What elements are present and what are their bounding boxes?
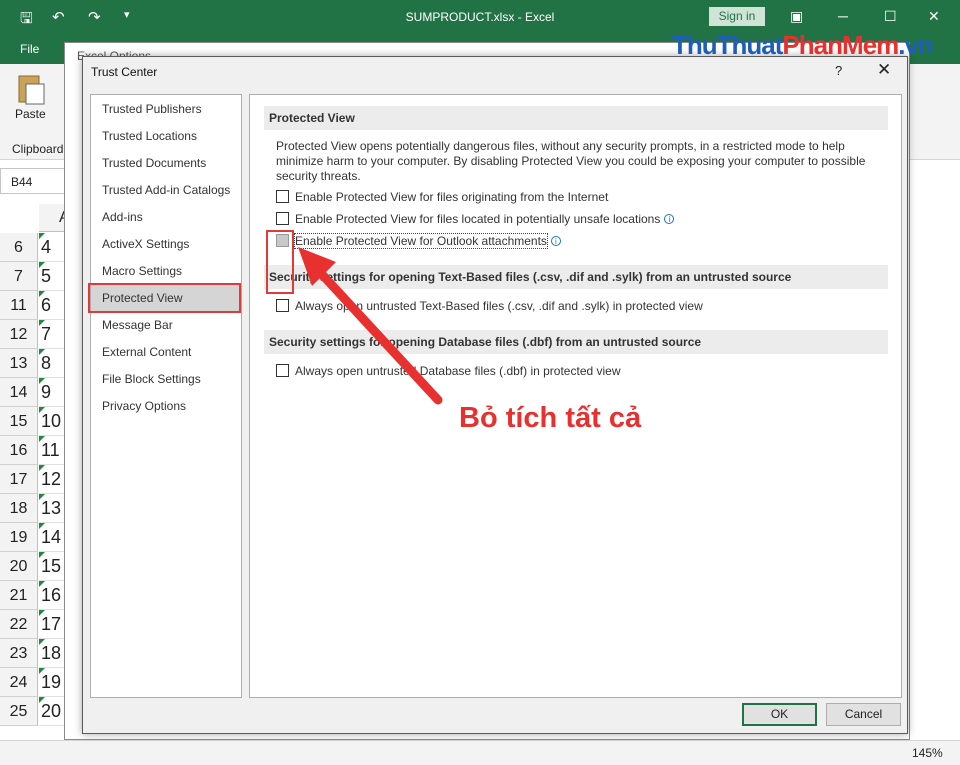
- annotation-arrow: [298, 247, 443, 405]
- watermark-part2: PhanMem: [782, 30, 899, 60]
- annotation-text: Bỏ tích tất cả: [459, 402, 642, 434]
- watermark-part1: ThuThuat: [672, 30, 783, 60]
- watermark-part3: .vn: [898, 30, 934, 60]
- watermark: ThuThuatPhanMem.vn: [672, 30, 934, 61]
